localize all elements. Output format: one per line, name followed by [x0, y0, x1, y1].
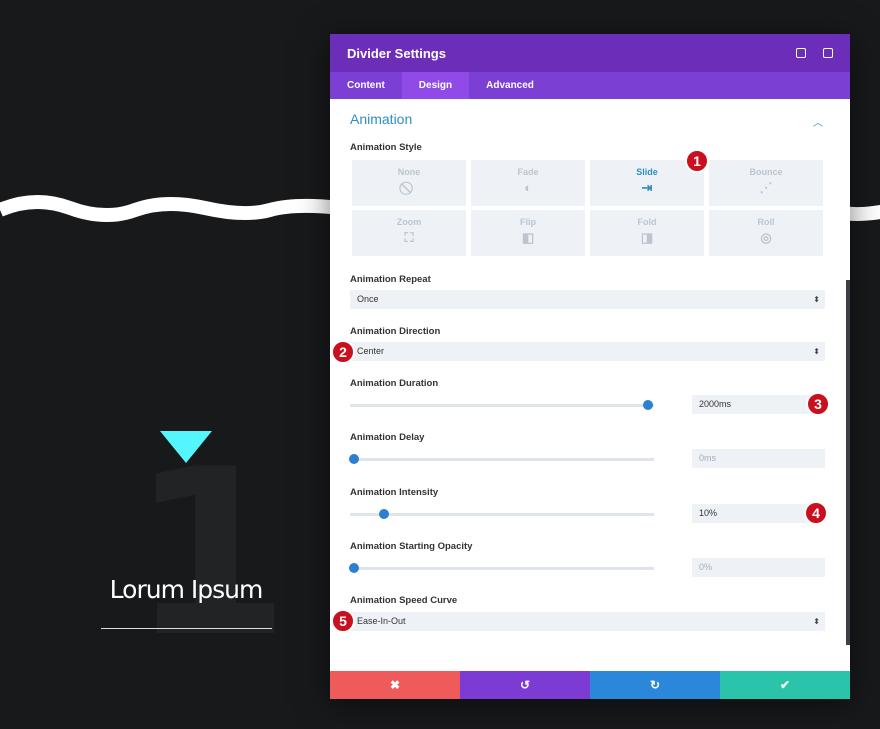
- style-option-fold[interactable]: Fold ◨: [590, 210, 704, 256]
- modal-header: Divider Settings: [330, 34, 850, 72]
- sidebar-layout-icon[interactable]: [823, 48, 833, 58]
- slider-handle[interactable]: [379, 509, 389, 519]
- delay-slider[interactable]: [349, 454, 654, 464]
- tab-content[interactable]: Content: [330, 72, 402, 99]
- modal-footer: ✖ ↺ ↻ ✔: [330, 671, 850, 699]
- opacity-label: Animation Starting Opacity: [350, 541, 473, 552]
- repeat-label: Animation Repeat: [350, 274, 431, 285]
- opacity-slider[interactable]: [349, 563, 654, 573]
- badge-3: 3: [806, 392, 830, 416]
- style-option-label: Zoom: [396, 217, 422, 227]
- fold-icon: ◨: [640, 230, 654, 245]
- animation-style-grid: None⃠ Fade ◐ Slide ⇥ Bounce ⋰ Zoom ⛶ Flip ◧ Fold ◨ Ro…: [352, 160, 823, 256]
- badge-5: 5: [331, 609, 355, 633]
- tab-design[interactable]: Design: [401, 72, 470, 99]
- section-title[interactable]: Animation: [350, 111, 412, 127]
- slider-handle[interactable]: [643, 400, 653, 410]
- style-option-label: Fade: [517, 167, 539, 177]
- style-option-label: Slide: [636, 167, 658, 177]
- scrollbar[interactable]: [846, 280, 850, 645]
- fullscreen-icon[interactable]: [796, 48, 806, 58]
- intensity-label: Animation Intensity: [350, 487, 439, 498]
- style-option-label: None: [397, 167, 421, 177]
- duration-label: Animation Duration: [350, 378, 439, 389]
- animation-style-label: Animation Style: [350, 142, 422, 153]
- style-option-fade[interactable]: Fade ◐: [471, 160, 585, 206]
- triangle-icon: [160, 431, 212, 463]
- style-option-label: Bounce: [749, 167, 783, 177]
- zoom-icon: ⛶: [404, 230, 414, 245]
- redo-button[interactable]: ↻: [590, 671, 720, 699]
- style-option-label: Flip: [520, 217, 536, 227]
- none-icon: ⃠: [352, 180, 466, 196]
- opacity-input[interactable]: 0%: [692, 558, 825, 577]
- badge-4: 4: [804, 501, 828, 525]
- style-option-label: Roll: [757, 217, 775, 227]
- style-option-zoom[interactable]: Zoom ⛶: [352, 210, 466, 256]
- style-option-label: Fold: [637, 217, 657, 227]
- modal-title: Divider Settings: [347, 45, 446, 61]
- duration-slider[interactable]: [350, 400, 654, 410]
- bounce-icon: ⋰: [759, 180, 773, 195]
- style-option-flip[interactable]: Flip ◧: [471, 210, 585, 256]
- repeat-select[interactable]: Once: [350, 290, 825, 309]
- save-button[interactable]: ✔: [720, 671, 850, 699]
- delay-label: Animation Delay: [350, 432, 425, 443]
- direction-select[interactable]: Center: [350, 342, 825, 361]
- style-option-roll[interactable]: Roll ◎: [709, 210, 823, 256]
- cancel-button[interactable]: ✖: [330, 671, 460, 699]
- delay-input[interactable]: 0ms: [692, 449, 825, 468]
- style-option-none[interactable]: None⃠: [352, 160, 466, 206]
- tab-bar: Content Design Advanced: [330, 72, 850, 99]
- direction-label: Animation Direction: [350, 326, 441, 337]
- slider-handle[interactable]: [349, 454, 359, 464]
- badge-2: 2: [331, 340, 355, 364]
- flip-icon: ◧: [521, 230, 535, 245]
- intensity-slider[interactable]: [350, 509, 654, 519]
- roll-icon: ◎: [760, 230, 772, 245]
- speed-curve-select[interactable]: Ease-In-Out: [350, 612, 825, 631]
- divider-settings-modal: Divider Settings Content Design Advanced…: [330, 34, 850, 699]
- background-number: 1: [130, 421, 291, 688]
- tab-advanced[interactable]: Advanced: [469, 72, 551, 99]
- slide-icon: ⇥: [641, 180, 653, 195]
- undo-button[interactable]: ↺: [460, 671, 590, 699]
- heading: Lorum Ipsum: [109, 575, 264, 604]
- style-option-bounce[interactable]: Bounce ⋰: [709, 160, 823, 206]
- chevron-up-icon[interactable]: ︿: [813, 114, 823, 129]
- fade-icon: ◐: [524, 180, 532, 195]
- slider-handle[interactable]: [349, 563, 359, 573]
- badge-1: 1: [685, 149, 709, 173]
- divider-line: [101, 628, 272, 629]
- speed-curve-label: Animation Speed Curve: [350, 595, 458, 606]
